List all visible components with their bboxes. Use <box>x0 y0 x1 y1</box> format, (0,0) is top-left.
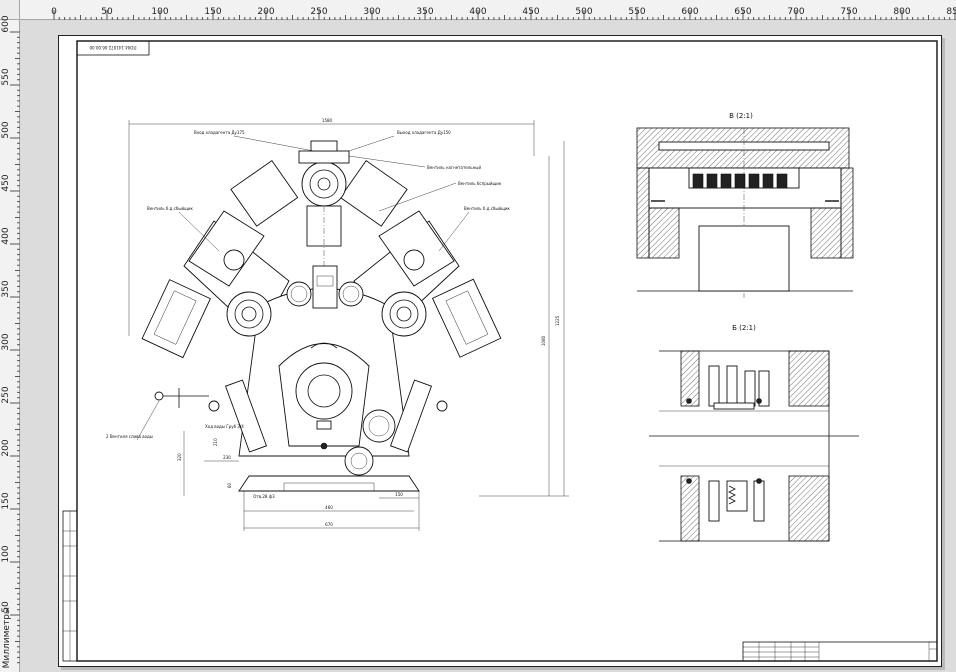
drawing-canvas[interactable]: ПО04.141072.06.00.00 1580 1225 1080 460 … <box>21 21 956 672</box>
svg-text:460: 460 <box>325 505 333 510</box>
ruler-top-label: 850 <box>946 7 956 17</box>
ruler-left-label: 600 <box>1 15 11 33</box>
section-view-v: Б (2:1) <box>649 324 859 542</box>
ruler-left-label: 100 <box>1 545 11 563</box>
svg-text:Ход воды Груб 3/4: Ход воды Груб 3/4 <box>205 424 244 429</box>
units-label: Миллиметры <box>2 606 12 668</box>
ruler-top-label: 200 <box>257 7 275 17</box>
ruler-left-label: 150 <box>1 492 11 510</box>
compressor-main-view: 1580 1225 1080 460 670 150 Отв.28 ф3 230… <box>106 118 569 531</box>
ruler-top-label: 100 <box>151 7 169 17</box>
svg-text:Вентиль нагнетательный: Вентиль нагнетательный <box>427 165 481 170</box>
ruler-left-label: 200 <box>1 439 11 457</box>
svg-text:Вход хладагента Ду175: Вход хладагента Ду175 <box>194 130 245 135</box>
vertical-ruler[interactable]: 600 550 500 450 400 350 300 250 200 150 100 50 Милл… <box>0 15 20 672</box>
drawing-sheet[interactable]: ПО04.141072.06.00.00 1580 1225 1080 460 … <box>58 35 942 667</box>
ruler-left-label: 400 <box>1 227 11 245</box>
ruler-top-label: 350 <box>416 7 434 17</box>
ruler-left-label: 550 <box>1 68 11 86</box>
ruler-top-label: 800 <box>893 7 911 17</box>
svg-text:670: 670 <box>325 522 333 527</box>
svg-text:Вентиль б.д.сбыйщик: Вентиль б.д.сбыйщик <box>464 206 511 211</box>
svg-text:Выход хладагента Ду150: Выход хладагента Ду150 <box>397 130 451 135</box>
designation-stamp: ПО04.141072.06.00.00 <box>89 45 136 50</box>
ruler-top-label: 150 <box>204 7 222 17</box>
ruler-top-label: 550 <box>628 7 646 17</box>
ruler-top-label: 300 <box>363 7 381 17</box>
svg-text:1580: 1580 <box>322 118 333 123</box>
svg-text:2 Вентиля слива воды: 2 Вентиля слива воды <box>106 434 153 439</box>
ruler-top-label: 250 <box>310 7 328 17</box>
ruler-left-label: 300 <box>1 333 11 351</box>
horizontal-ruler[interactable]: 0 50 100 150 200 250 300 350 400 450 500 550 600 650 7… <box>20 0 956 20</box>
ruler-top-label: 450 <box>522 7 540 17</box>
title-block <box>742 641 938 662</box>
ruler-left-label: 350 <box>1 280 11 298</box>
ruler-left-label: 450 <box>1 174 11 192</box>
ruler-top-label: 500 <box>575 7 593 17</box>
svg-text:60: 60 <box>227 482 232 488</box>
svg-text:210: 210 <box>213 438 218 446</box>
ruler-top-label: 600 <box>681 7 699 17</box>
ruler-top-label: 650 <box>734 7 752 17</box>
svg-text:Вентиль б.д.сбыйщик: Вентиль б.д.сбыйщик <box>147 206 194 211</box>
svg-text:Б (2:1): Б (2:1) <box>732 324 756 332</box>
section-view-b: В (2:1) <box>636 112 854 298</box>
svg-text:Отв.28 ф3: Отв.28 ф3 <box>253 494 275 499</box>
ruler-top-label: 0 <box>51 7 57 17</box>
ruler-top-label: 700 <box>787 7 805 17</box>
svg-text:320: 320 <box>177 453 182 461</box>
ruler-left-label: 250 <box>1 386 11 404</box>
svg-text:1080: 1080 <box>541 335 546 346</box>
svg-text:Вентиль бспрыйщик: Вентиль бспрыйщик <box>458 181 502 186</box>
svg-text:230: 230 <box>223 455 231 460</box>
ruler-top-label: 400 <box>469 7 487 17</box>
ruler-left-label: 500 <box>1 121 11 139</box>
svg-text:150: 150 <box>395 492 403 497</box>
ruler-top-label: 50 <box>101 7 113 17</box>
ruler-top-label: 750 <box>840 7 858 17</box>
technical-drawing: ПО04.141072.06.00.00 1580 1225 1080 460 … <box>62 40 938 662</box>
svg-text:В (2:1): В (2:1) <box>729 112 753 120</box>
svg-text:1225: 1225 <box>555 315 560 326</box>
